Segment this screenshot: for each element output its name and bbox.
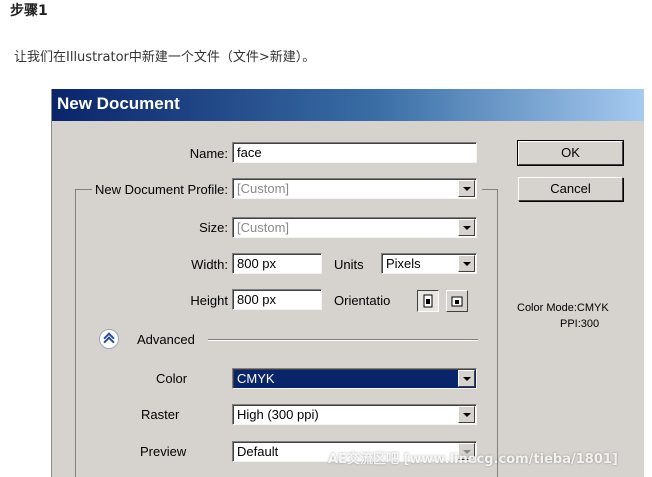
units-label: Units [334, 257, 364, 272]
chevron-down-icon[interactable] [458, 180, 475, 197]
profile-select-value: [Custom] [237, 181, 290, 196]
raster-label: Raster [141, 407, 180, 422]
preview-label: Preview [140, 444, 187, 459]
preview-select-value: Default [237, 444, 279, 459]
chevron-down-icon[interactable] [458, 219, 475, 236]
units-select[interactable]: Pixels [381, 253, 477, 274]
cancel-button[interactable]: Cancel [518, 177, 623, 201]
landscape-button[interactable] [446, 290, 468, 312]
width-input[interactable]: 800 px [232, 253, 322, 274]
raster-select[interactable]: High (300 ppi) [232, 404, 477, 425]
watermark: AE交流区吧 [www.linecg.com/tieba/1801] [328, 452, 618, 467]
portrait-button[interactable] [417, 290, 439, 312]
profile-label: New Document Profile: [95, 182, 228, 197]
color-select[interactable]: CMYK [232, 368, 477, 389]
dialog-title: New Document [57, 94, 180, 113]
group-frame-top-right [482, 189, 497, 190]
chevron-down-icon[interactable] [458, 255, 475, 272]
chevron-down-icon[interactable] [458, 406, 475, 423]
dialog-titlebar[interactable]: New Document [52, 89, 644, 121]
new-document-dialog: New Document Name: face New Document Pro… [51, 89, 644, 477]
group-frame-right [497, 189, 498, 477]
color-mode-text: Color Mode:CMYK [517, 302, 609, 314]
width-label: Width: [191, 257, 228, 272]
ppi-text: PPI:300 [560, 318, 600, 330]
name-input[interactable]: face [232, 142, 477, 163]
group-frame-top-left [75, 189, 92, 190]
units-select-value: Pixels [386, 256, 421, 271]
color-label: Color [156, 371, 188, 386]
landscape-icon [451, 296, 463, 307]
name-label: Name: [189, 146, 228, 161]
size-select-value: [Custom] [237, 220, 290, 235]
size-label: Size: [199, 220, 228, 235]
height-input[interactable]: 800 px [232, 289, 322, 310]
chevron-down-icon[interactable] [458, 370, 475, 387]
height-label: Height [190, 293, 228, 308]
color-select-value: CMYK [237, 371, 275, 386]
intro-text: 让我们在Illustrator中新建一个文件（文件>新建）。 [14, 50, 316, 65]
raster-select-value: High (300 ppi) [237, 407, 319, 422]
collapse-advanced-icon[interactable] [99, 329, 119, 349]
step-heading: 步骤1 [10, 3, 48, 19]
ok-button[interactable]: OK [517, 140, 624, 166]
profile-select[interactable]: [Custom] [232, 178, 477, 199]
portrait-icon [423, 294, 433, 308]
advanced-divider-highlight [208, 340, 478, 341]
group-frame-left [75, 189, 76, 477]
advanced-label: Advanced [137, 332, 195, 347]
size-select[interactable]: [Custom] [232, 217, 477, 238]
orientation-label: Orientatio [334, 293, 391, 308]
document-info: Color Mode:CMYK PPI:300 [517, 300, 609, 332]
